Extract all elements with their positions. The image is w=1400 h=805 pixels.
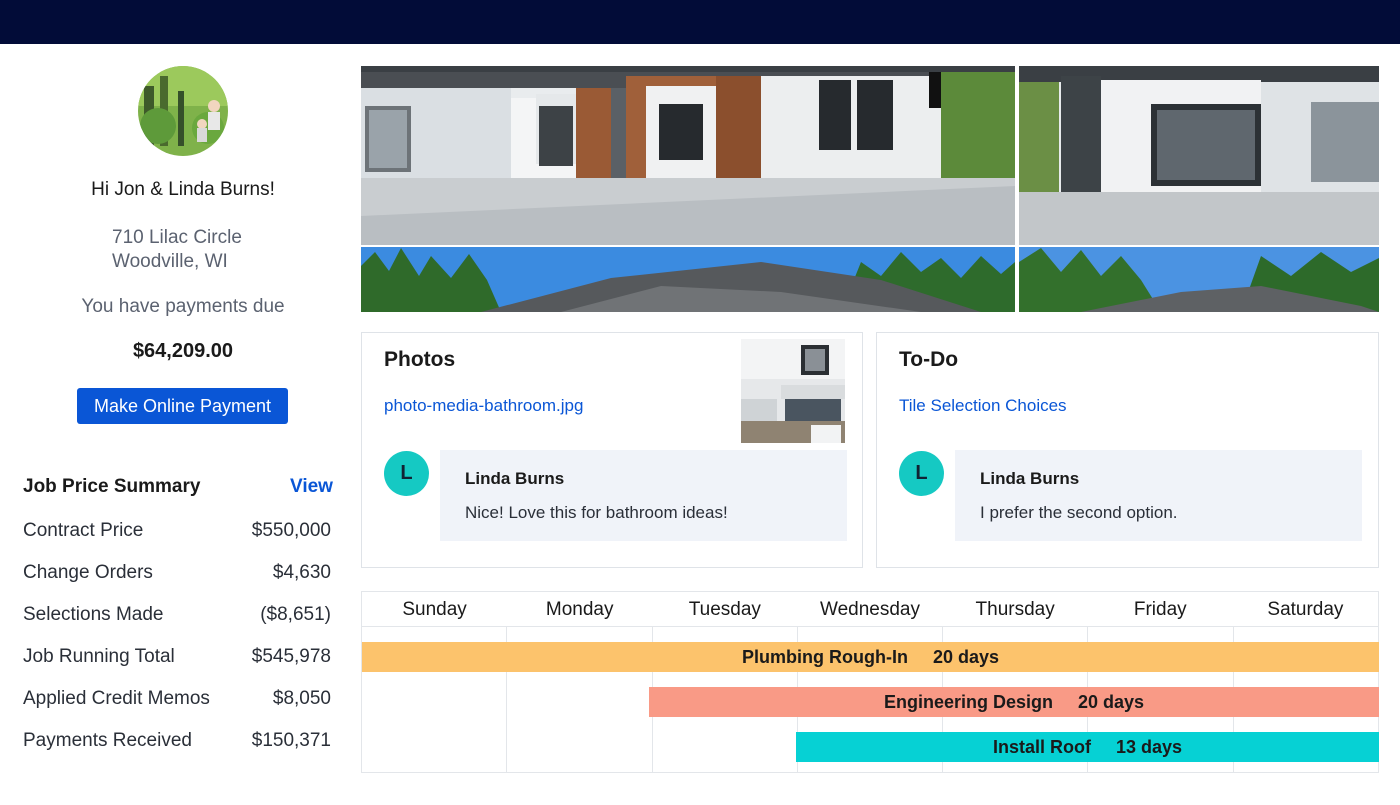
task-name: Plumbing Rough-In bbox=[741, 646, 908, 667]
summary-row-value: $4,630 bbox=[272, 562, 331, 583]
summary-row-label: Change Orders bbox=[23, 562, 153, 583]
calendar-day-header: Saturday bbox=[1267, 599, 1344, 620]
todo-item-link[interactable]: Tile Selection Choices bbox=[899, 396, 1067, 416]
amount-due: $64,209.00 bbox=[132, 340, 234, 362]
calendar-day-header: Thursday bbox=[975, 599, 1055, 620]
make-online-payment-button[interactable]: Make Online Payment bbox=[77, 388, 288, 424]
task-duration: 13 days bbox=[1115, 736, 1183, 757]
calendar-day-header: Friday bbox=[1133, 599, 1187, 620]
calendar-day-header: Sunday bbox=[402, 599, 467, 620]
summary-row-label: Contract Price bbox=[23, 520, 144, 541]
todo-comment: Linda Burns I prefer the second option. bbox=[955, 450, 1362, 541]
photo-file-link[interactable]: photo-media-bathroom.jpg bbox=[384, 396, 583, 416]
calendar-header: Sunday Monday Tuesday Wednesday Thursday… bbox=[362, 592, 1378, 627]
task-duration: 20 days bbox=[1077, 691, 1145, 712]
greeting: Hi Jon & Linda Burns! bbox=[91, 179, 275, 200]
summary-row: Contract Price $550,000 bbox=[23, 520, 331, 562]
top-bar bbox=[0, 0, 1400, 44]
address: 710 Lilac Circle Woodville, WI bbox=[112, 226, 242, 274]
commenter-avatar: L bbox=[384, 451, 429, 496]
photo-comment: Linda Burns Nice! Love this for bathroom… bbox=[440, 450, 847, 541]
summary-row-value: $545,978 bbox=[251, 646, 331, 667]
calendar-day-header: Tuesday bbox=[688, 599, 761, 620]
task-bar-engineering-design[interactable]: Engineering Design 20 days bbox=[649, 687, 1379, 717]
address-line-2: Woodville, WI bbox=[112, 251, 228, 272]
calendar-day-header: Monday bbox=[545, 599, 614, 620]
task-duration: 20 days bbox=[932, 646, 1000, 667]
summary-row-label: Job Running Total bbox=[23, 646, 175, 667]
commenter-avatar: L bbox=[899, 451, 944, 496]
comment-text: Nice! Love this for bathroom ideas! bbox=[465, 503, 728, 522]
task-bar-install-roof[interactable]: Install Roof 13 days bbox=[796, 732, 1379, 762]
comment-author: Linda Burns bbox=[980, 469, 1080, 488]
schedule-calendar: Sunday Monday Tuesday Wednesday Thursday… bbox=[361, 591, 1379, 773]
comment-author: Linda Burns bbox=[465, 469, 565, 488]
summary-row-value: ($8,651) bbox=[260, 604, 331, 625]
summary-row-label: Applied Credit Memos bbox=[23, 688, 210, 709]
task-bar-plumbing-rough-in[interactable]: Plumbing Rough-In 20 days bbox=[362, 642, 1379, 672]
summary-row-label: Selections Made bbox=[23, 604, 164, 625]
summary-row-value: $150,371 bbox=[251, 730, 331, 751]
task-name: Install Roof bbox=[992, 736, 1091, 757]
bathroom-photo-thumbnail[interactable] bbox=[741, 339, 845, 443]
job-price-summary-table: Contract Price $550,000 Change Orders $4… bbox=[23, 520, 331, 772]
job-price-summary-view-link[interactable]: View bbox=[290, 476, 333, 498]
comment-text: I prefer the second option. bbox=[980, 503, 1178, 522]
summary-row-value: $550,000 bbox=[251, 520, 331, 541]
todo-card: To-Do Tile Selection Choices L Linda Bur… bbox=[876, 332, 1379, 568]
left-panel: Hi Jon & Linda Burns! 710 Lilac Circle W… bbox=[0, 44, 350, 805]
profile-avatar[interactable] bbox=[138, 66, 228, 156]
house-photo-collage[interactable] bbox=[361, 66, 1379, 312]
summary-row-label: Payments Received bbox=[23, 730, 192, 751]
summary-row: Payments Received $150,371 bbox=[23, 730, 331, 772]
address-line-1: 710 Lilac Circle bbox=[112, 227, 242, 248]
summary-row: Selections Made ($8,651) bbox=[23, 604, 331, 646]
summary-row: Change Orders $4,630 bbox=[23, 562, 331, 604]
photos-card: Photos photo-media-bathroom.jpg L Linda … bbox=[361, 332, 863, 568]
summary-row-value: $8,050 bbox=[272, 688, 331, 709]
todo-card-title: To-Do bbox=[899, 348, 959, 371]
job-price-summary-title: Job Price Summary bbox=[23, 476, 201, 497]
summary-row: Applied Credit Memos $8,050 bbox=[23, 688, 331, 730]
task-name: Engineering Design bbox=[883, 691, 1053, 712]
summary-row: Job Running Total $545,978 bbox=[23, 646, 331, 688]
photos-card-title: Photos bbox=[384, 348, 456, 371]
calendar-day-header: Wednesday bbox=[819, 599, 920, 620]
payments-due-text: You have payments due bbox=[81, 296, 285, 317]
